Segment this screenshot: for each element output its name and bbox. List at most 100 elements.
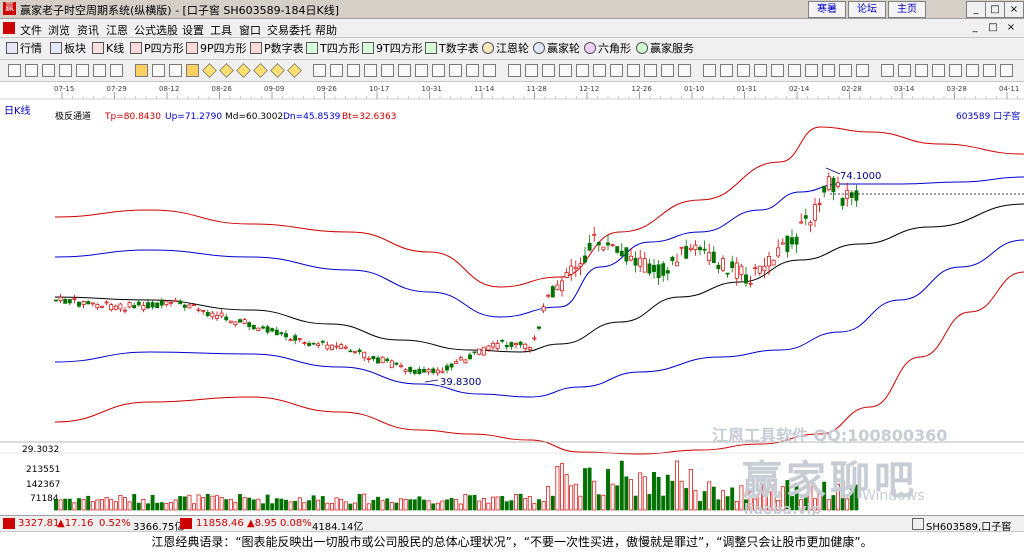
menu-browse[interactable]: 浏览	[48, 22, 70, 38]
toolbar2-tool-icon[interactable]	[1000, 64, 1013, 77]
toolbar2-tool-icon[interactable]	[525, 64, 538, 77]
toolbar2-info-icon[interactable]	[93, 64, 106, 77]
toolbar2-tool-icon[interactable]	[610, 64, 623, 77]
toolbar-sectors[interactable]: 板块	[50, 41, 86, 56]
toolbar2-crosshair-icon[interactable]	[42, 64, 55, 77]
menu-settings[interactable]: 设置	[182, 22, 204, 38]
toolbar2-tool-icon[interactable]	[822, 64, 835, 77]
toolbar2-tool-icon[interactable]	[559, 64, 572, 77]
candle-body	[187, 304, 192, 309]
toolbar2-nav-last-icon[interactable]	[186, 64, 199, 77]
toolbar2-line-icon[interactable]	[347, 64, 360, 77]
toolbar-kline[interactable]: K线	[92, 41, 124, 56]
maximize-button[interactable]: □	[985, 1, 1005, 18]
toolbar2-tool-icon[interactable]	[932, 64, 945, 77]
candle-body	[95, 303, 100, 308]
toolbar2-draw-icon[interactable]	[364, 64, 377, 77]
forum-button-cold[interactable]: 寒暑	[808, 1, 846, 18]
toolbar2-diamond-icon[interactable]	[270, 63, 285, 78]
sz-index-value[interactable]: 11858.46	[196, 518, 244, 529]
toolbar2-text-icon[interactable]	[381, 64, 394, 77]
toolbar2-tool-icon[interactable]	[754, 64, 767, 77]
toolbar2-plus-icon[interactable]	[330, 64, 343, 77]
toolbar2-nav-next-icon[interactable]	[169, 64, 182, 77]
toolbar2-tool-icon[interactable]	[627, 64, 640, 77]
sh-index-value[interactable]: 3327.81	[18, 518, 59, 529]
volume-bar	[472, 494, 477, 511]
toolbar-quotes[interactable]: 行情	[6, 41, 42, 56]
close-button[interactable]: ×	[1004, 1, 1024, 18]
toolbar2-tool-icon[interactable]	[703, 64, 716, 77]
toolbar2-tool-icon[interactable]	[576, 64, 589, 77]
toolbar2-nav-prev-icon[interactable]	[152, 64, 165, 77]
toolbar2-tool-icon[interactable]	[949, 64, 962, 77]
toolbar2-tool-icon[interactable]	[678, 64, 691, 77]
toolbar2-tool-icon[interactable]	[644, 64, 657, 77]
menu-formula-screen[interactable]: 公式选股	[134, 22, 178, 38]
toolbar2-tool-icon[interactable]	[720, 64, 733, 77]
toolbar2-select-icon[interactable]	[25, 64, 38, 77]
toolbar-t-square[interactable]: T四方形	[306, 41, 360, 56]
menu-info[interactable]: 资讯	[77, 22, 99, 38]
toolbar-winner-service[interactable]: 赢家服务	[636, 41, 694, 56]
toolbar2-hand-icon[interactable]	[313, 64, 326, 77]
toolbar2-grid-icon[interactable]	[76, 64, 89, 77]
toolbar2-diamond-icon[interactable]	[202, 63, 217, 78]
toolbar2-calendar-icon[interactable]	[432, 64, 445, 77]
homepage-button[interactable]: 主页	[888, 1, 926, 18]
toolbar2-ruler-icon[interactable]	[508, 64, 521, 77]
candle-body	[113, 305, 118, 310]
volume-bar	[500, 496, 505, 511]
toolbar-t-table[interactable]: T数字表	[425, 41, 479, 56]
menu-trade[interactable]: 交易委托	[267, 22, 311, 38]
toolbar2-tool-icon[interactable]	[542, 64, 555, 77]
menu-file[interactable]: 文件	[20, 22, 42, 38]
gann-wheel-icon	[482, 42, 494, 54]
indicator-md: Md=60.3002	[225, 112, 283, 122]
toolbar-9t-square[interactable]: 9T四方形	[362, 41, 423, 56]
mdi-close-icon[interactable]: ×	[1004, 22, 1018, 34]
toolbar2-tool-icon[interactable]	[966, 64, 979, 77]
toolbar2-tool-icon[interactable]	[593, 64, 606, 77]
toolbar2-tool-icon[interactable]	[788, 64, 801, 77]
toolbar2-diamond-icon[interactable]	[219, 63, 234, 78]
toolbar-winner-wheel[interactable]: 赢家轮	[533, 41, 580, 56]
toolbar2-grid-icon[interactable]	[415, 64, 428, 77]
toolbar2-tool-icon[interactable]	[856, 64, 869, 77]
toolbar2-tool-icon[interactable]	[898, 64, 911, 77]
toolbar2-calc-icon[interactable]	[449, 64, 462, 77]
toolbar2-nav-first-icon[interactable]	[135, 64, 148, 77]
toolbar2-tool-icon[interactable]	[805, 64, 818, 77]
toolbar2-truck-icon[interactable]	[466, 64, 479, 77]
toolbar-hexagon[interactable]: 六角形	[584, 41, 631, 56]
toolbar2-tool-icon[interactable]	[881, 64, 894, 77]
toolbar2-tool-icon[interactable]	[983, 64, 996, 77]
forum-button[interactable]: 论坛	[848, 1, 886, 18]
mdi-minimize-icon[interactable]: _	[968, 22, 982, 34]
menu-tools[interactable]: 工具	[210, 22, 232, 38]
candle-body	[150, 302, 155, 308]
menu-gann[interactable]: 江恩	[106, 22, 128, 38]
toolbar-p-table[interactable]: P数字表	[250, 41, 304, 56]
candle-body	[592, 233, 597, 236]
toolbar-gann-wheel[interactable]: 江恩轮	[482, 41, 529, 56]
toolbar2-tool-icon[interactable]	[661, 64, 674, 77]
menu-window[interactable]: 窗口	[239, 22, 261, 38]
toolbar2-tool-icon[interactable]	[771, 64, 784, 77]
toolbar-9p-square[interactable]: 9P四方形	[186, 41, 247, 56]
toolbar2-diamond-icon[interactable]	[287, 63, 302, 78]
toolbar-p-square[interactable]: P四方形	[130, 41, 184, 56]
toolbar2-tool-icon[interactable]	[915, 64, 928, 77]
toolbar2-diamond-icon[interactable]	[253, 63, 268, 78]
menu-help[interactable]: 帮助	[315, 22, 337, 38]
toolbar2-dropdown-icon[interactable]	[8, 64, 21, 77]
toolbar2-tool-icon[interactable]	[737, 64, 750, 77]
toolbar2-truck-icon[interactable]	[483, 64, 496, 77]
minimize-button[interactable]: _	[966, 1, 986, 18]
toolbar2-table-icon[interactable]	[398, 64, 411, 77]
toolbar2-tool-icon[interactable]	[839, 64, 852, 77]
mdi-restore-icon[interactable]: □	[986, 22, 1000, 34]
toolbar2-pointer-icon[interactable]	[110, 64, 123, 77]
toolbar2-zoom-icon[interactable]	[59, 64, 72, 77]
toolbar2-diamond-icon[interactable]	[236, 63, 251, 78]
